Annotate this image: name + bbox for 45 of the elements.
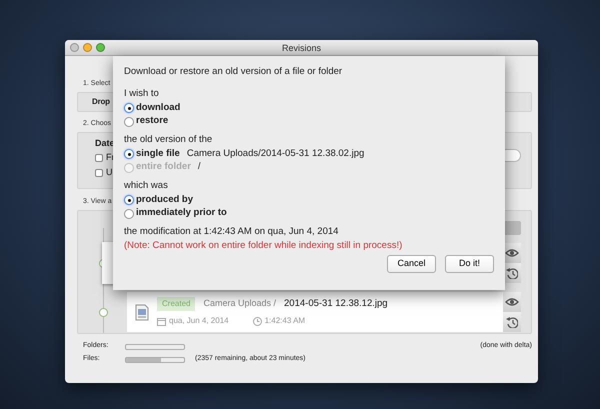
group-label: I wish to (124, 87, 160, 102)
eye-icon (505, 296, 519, 308)
radio-button[interactable] (124, 103, 134, 113)
radio-button[interactable] (124, 116, 134, 126)
revision-time: 1:42:43 AM (264, 315, 306, 328)
radio-button[interactable] (124, 149, 134, 159)
source-label: Drop (92, 96, 110, 108)
dialog-title: Download or restore an old version of a file or folder (124, 65, 344, 79)
preview-button[interactable] (503, 292, 521, 312)
minimize-button[interactable] (83, 43, 92, 52)
radio-button[interactable] (124, 195, 134, 205)
history-button[interactable] (503, 312, 521, 332)
group-label: which was (124, 179, 169, 194)
checkbox-label: U (106, 166, 112, 180)
window-title: Revisions (282, 42, 321, 55)
radio-label: entire folder (136, 160, 191, 174)
date-label: Date (95, 137, 115, 150)
radio-label[interactable]: single file (136, 146, 180, 162)
checkbox[interactable] (95, 169, 103, 177)
clock-icon (252, 316, 262, 326)
radio-label[interactable]: produced by (136, 192, 194, 208)
checkbox[interactable] (95, 154, 103, 162)
revision-date: qua, Jun 4, 2014 (169, 315, 229, 328)
timeline-node (99, 308, 108, 316)
modification-text: the modification at 1:42:43 AM on qua, Jun 4, 2014 (124, 225, 340, 240)
group-label: the old version of the (124, 133, 214, 148)
zoom-button[interactable] (96, 43, 105, 52)
file-name: 2014-05-31 12.38.12.jpg (284, 296, 388, 311)
close-button[interactable] (70, 43, 79, 52)
radio-label[interactable]: download (136, 100, 180, 116)
cancel-button[interactable]: Cancel (387, 255, 436, 273)
option-detail: Camera Uploads/2014-05-31 12.38.02.jpg (186, 146, 364, 161)
radio-label[interactable]: immediately prior to (136, 206, 227, 221)
folder-name: Camera Uploads / (203, 297, 276, 310)
history-icon (506, 316, 518, 328)
eye-icon (505, 247, 519, 259)
radio-button[interactable] (124, 208, 134, 218)
cancel-button[interactable]: Do it! (445, 255, 494, 273)
warning-note: (Note: Cannot work on entire folder while indexing still in process!) (124, 239, 404, 254)
calendar-icon (157, 316, 166, 326)
history-icon (506, 267, 518, 279)
image-file-icon (135, 304, 149, 320)
option-detail: / (198, 160, 201, 174)
event-tag: Created (157, 297, 196, 311)
radio-label[interactable]: restore (136, 114, 168, 129)
